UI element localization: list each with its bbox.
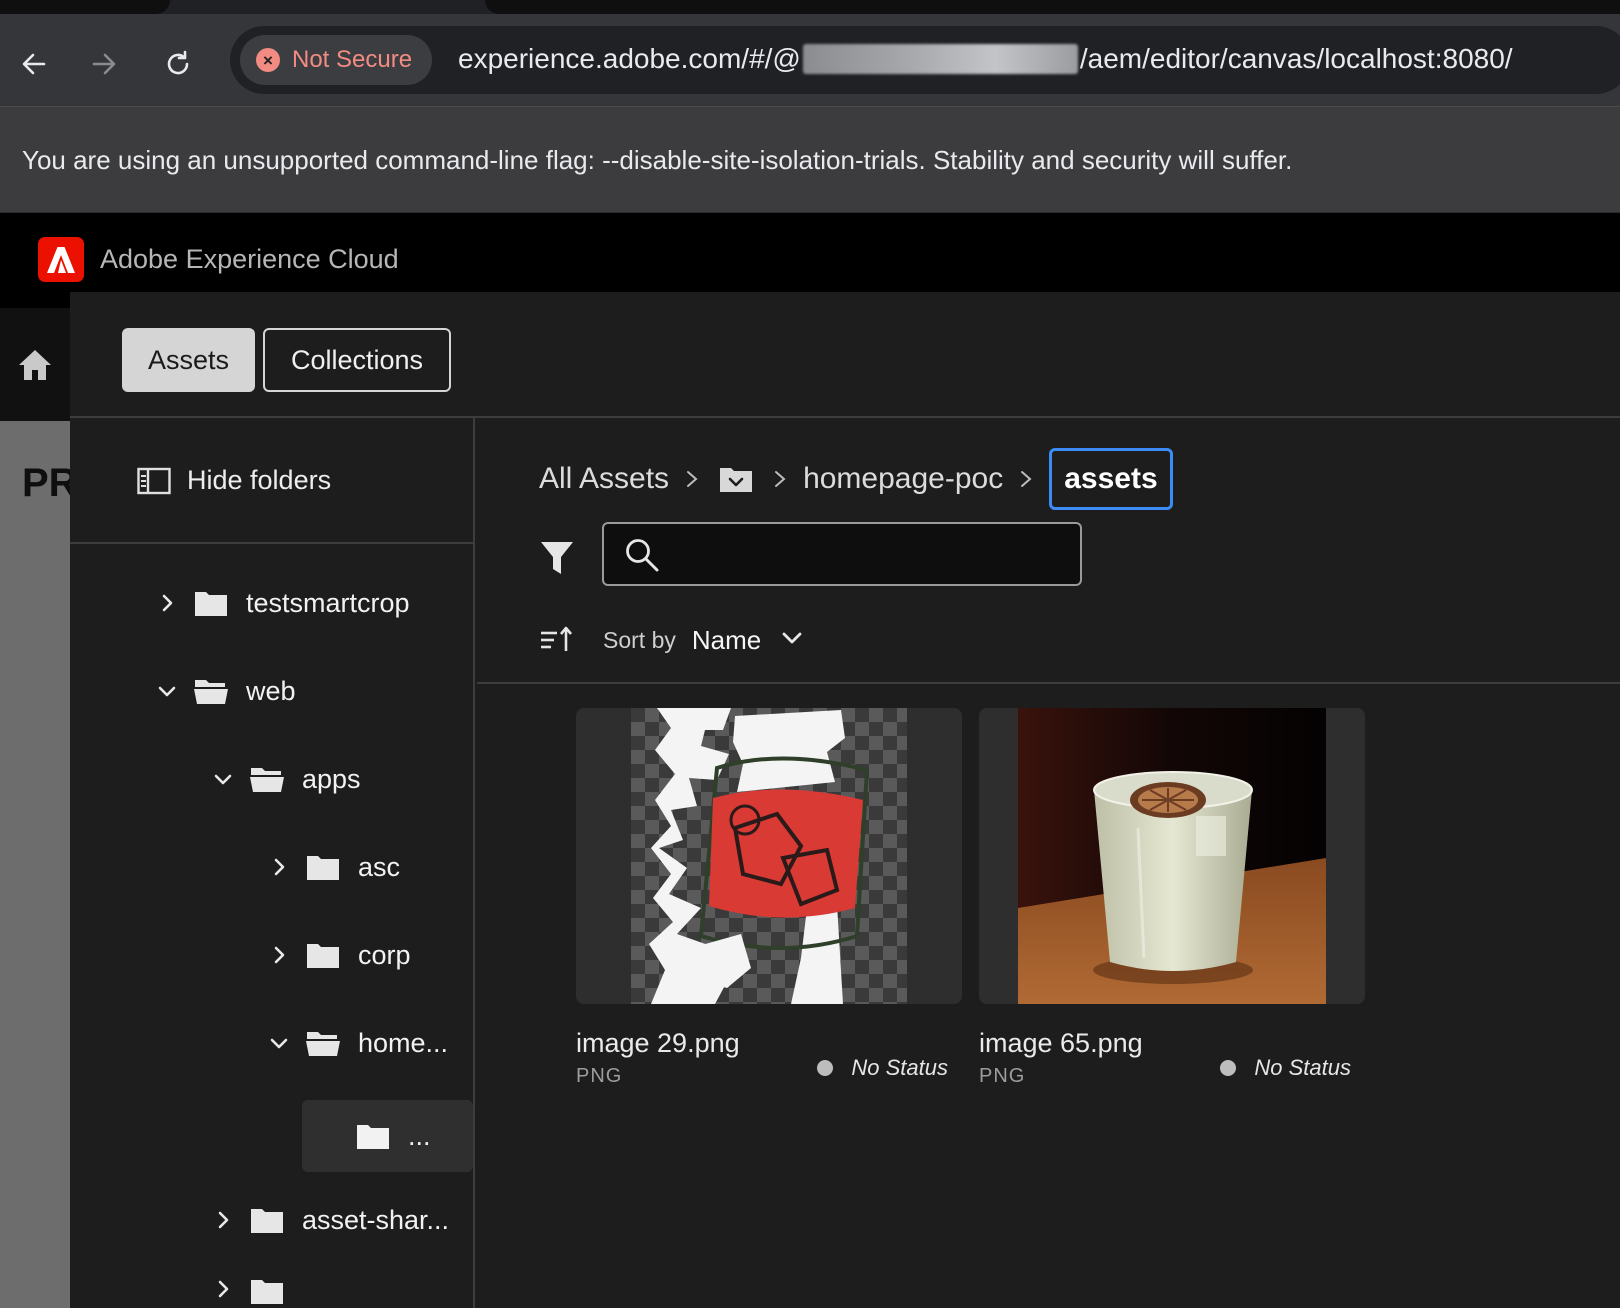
- status-label: No Status: [851, 1055, 948, 1080]
- sort-by-label: Sort by: [603, 626, 676, 653]
- home-rail: [0, 308, 70, 421]
- hide-folders-button[interactable]: Hide folders: [137, 465, 331, 496]
- asset-card[interactable]: image 65.png PNG No Status: [979, 708, 1365, 1088]
- tree-item-label: apps: [302, 763, 361, 794]
- tree-item-label: asset-shar...: [302, 1204, 450, 1235]
- folder-icon: [357, 1125, 389, 1149]
- sort-control: Sort by Name: [539, 618, 803, 662]
- forward-button[interactable]: [84, 44, 124, 84]
- address-bar[interactable]: × Not Secure experience.adobe.com/#/@ /a…: [230, 26, 1620, 94]
- folder-icon: [307, 944, 339, 968]
- breadcrumb-homepage-poc[interactable]: homepage-poc: [803, 462, 1003, 496]
- asset-card[interactable]: image 29.png PNG No Status: [576, 708, 962, 1088]
- tree-item-corp[interactable]: corp: [266, 925, 411, 985]
- sort-value[interactable]: Name: [692, 625, 761, 656]
- browser-tab-strip: [0, 0, 1620, 14]
- security-label: Not Secure: [292, 46, 413, 73]
- folder-icon: [307, 856, 339, 880]
- chevron-right-icon[interactable]: [210, 1276, 236, 1302]
- tree-item-clipped[interactable]: [210, 1276, 302, 1308]
- folder-open-icon: [250, 768, 284, 792]
- security-chip[interactable]: × Not Secure: [240, 35, 433, 85]
- adobe-logo-icon[interactable]: [38, 237, 84, 282]
- search-field[interactable]: [602, 522, 1082, 586]
- sort-direction-icon[interactable]: [539, 625, 573, 655]
- reload-button[interactable]: [158, 44, 198, 84]
- tree-item-label: ...: [408, 1120, 431, 1151]
- folder-open-icon: [194, 680, 228, 704]
- status-badge: No Status: [817, 1055, 948, 1081]
- status-badge: No Status: [1220, 1055, 1351, 1081]
- illustration-thumbnail: [649, 708, 870, 1004]
- folder-icon: [195, 592, 227, 616]
- editor-page-background: PR: [0, 421, 78, 1308]
- not-secure-icon: ×: [256, 48, 280, 72]
- cocktail-photo-thumbnail: [1018, 708, 1326, 1004]
- tree-item-homepage[interactable]: home...: [266, 1013, 448, 1073]
- chevron-down-icon[interactable]: [210, 766, 236, 792]
- home-icon[interactable]: [17, 348, 53, 382]
- tree-item-label: testsmartcrop: [246, 587, 410, 618]
- url-text[interactable]: experience.adobe.com/#/@ /aem/editor/can…: [458, 43, 1513, 75]
- browser-tab-active[interactable]: [485, 0, 1620, 14]
- reload-icon: [167, 50, 189, 75]
- status-dot-icon: [1220, 1060, 1237, 1076]
- asset-thumbnail[interactable]: [576, 708, 962, 1004]
- status-label: No Status: [1254, 1055, 1351, 1080]
- search-input[interactable]: [674, 532, 1064, 576]
- chevron-down-icon[interactable]: [154, 678, 180, 704]
- arrow-right-icon: [92, 53, 116, 75]
- redacted-url-segment: [802, 44, 1078, 74]
- assets-content-pane: All Assets homepage-poc assets Sort by N…: [477, 418, 1620, 1308]
- back-button[interactable]: [14, 44, 54, 84]
- tree-item-label: home...: [358, 1027, 449, 1058]
- divider: [70, 542, 473, 544]
- folder-menu-icon[interactable]: [719, 464, 753, 494]
- folder-tree-pane: Hide folders testsmartcrop web apps asc: [70, 418, 475, 1308]
- breadcrumb-current[interactable]: assets: [1049, 448, 1173, 510]
- divider: [477, 682, 1620, 684]
- browser-tab[interactable]: [0, 0, 170, 14]
- filter-icon[interactable]: [539, 538, 575, 578]
- assets-toggle-button[interactable]: Assets: [122, 328, 256, 392]
- search-icon: [626, 539, 659, 572]
- status-dot-icon: [817, 1060, 834, 1076]
- chevron-right-icon[interactable]: [266, 854, 292, 880]
- breadcrumb-all-assets[interactable]: All Assets: [539, 462, 669, 496]
- tree-item-apps[interactable]: apps: [210, 749, 361, 809]
- folder-open-icon: [306, 1032, 340, 1056]
- panel-icon: [137, 467, 171, 494]
- folder-icon: [251, 1209, 283, 1233]
- chevron-right-icon: [1015, 468, 1037, 490]
- chevron-right-icon[interactable]: [154, 590, 180, 616]
- shell-title: Adobe Experience Cloud: [100, 244, 399, 274]
- breadcrumb: All Assets homepage-poc assets: [539, 448, 1173, 510]
- browser-toolbar: × Not Secure experience.adobe.com/#/@ /a…: [0, 14, 1620, 107]
- tree-item-assets-selected[interactable]: ...: [302, 1100, 473, 1172]
- modal-overlay: [0, 421, 70, 1308]
- chevron-down-icon[interactable]: [781, 630, 803, 651]
- tree-item-asset-share[interactable]: asset-shar...: [210, 1190, 449, 1250]
- url-suffix: /aem/editor/canvas/localhost:8080/: [1079, 43, 1513, 74]
- tree-item-label: asc: [358, 851, 401, 882]
- url-prefix: experience.adobe.com/#/@: [458, 43, 801, 74]
- folder-icon: [251, 1280, 283, 1304]
- tree-item-web[interactable]: web: [154, 661, 296, 721]
- chevron-right-icon[interactable]: [266, 942, 292, 968]
- chevron-right-icon: [769, 468, 791, 490]
- tree-item-testsmartcrop[interactable]: testsmartcrop: [154, 573, 410, 633]
- arrow-left-icon: [22, 53, 46, 75]
- chevron-right-icon[interactable]: [210, 1207, 236, 1233]
- warning-infobar: You are using an unsupported command-lin…: [0, 107, 1620, 213]
- tree-item-label: web: [246, 675, 296, 706]
- tree-item-label: corp: [358, 939, 411, 970]
- infobar-message: You are using an unsupported command-lin…: [22, 145, 1293, 175]
- collections-toggle-button[interactable]: Collections: [263, 328, 452, 392]
- tree-item-asc[interactable]: asc: [266, 837, 400, 897]
- asset-selector-dialog: Assets Collections Hide folders testsmar…: [70, 292, 1620, 1308]
- hide-folders-label: Hide folders: [187, 465, 332, 495]
- chevron-right-icon: [681, 468, 703, 490]
- chevron-down-icon[interactable]: [266, 1030, 292, 1056]
- asset-thumbnail[interactable]: [979, 708, 1365, 1004]
